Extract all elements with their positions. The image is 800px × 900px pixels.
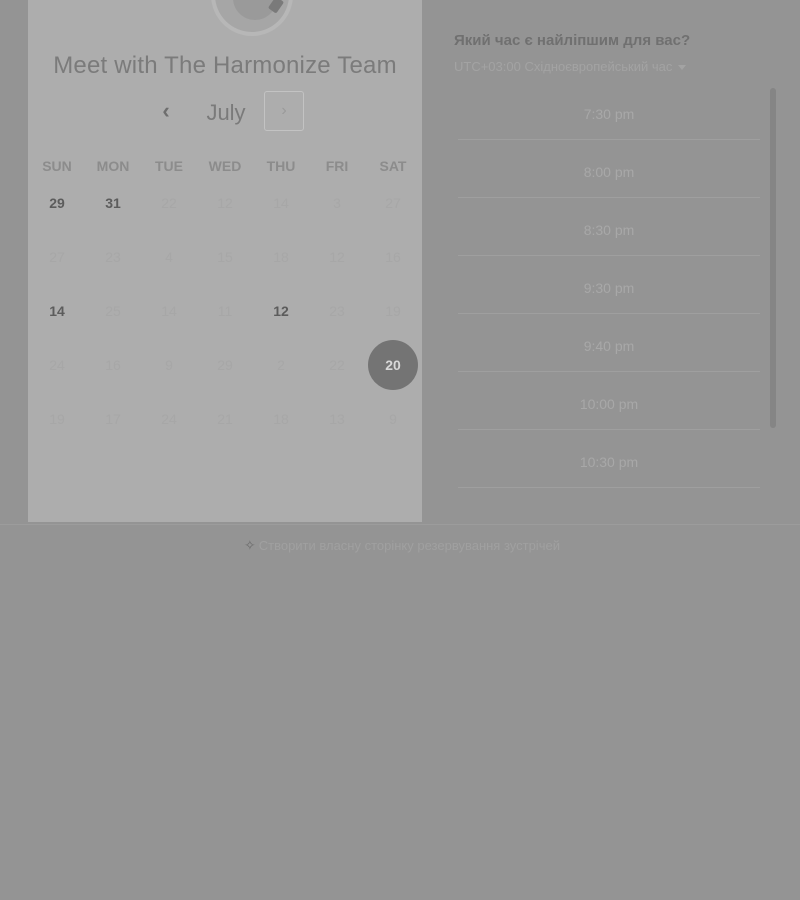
day-cell: 16 bbox=[385, 249, 401, 265]
day-cell: 22 bbox=[329, 357, 345, 373]
day-cell: 13 bbox=[329, 411, 345, 427]
day-cell[interactable]: 31 bbox=[85, 193, 141, 213]
day-cell: 18 bbox=[273, 411, 289, 427]
day-cell: 17 bbox=[105, 411, 121, 427]
timezone-selector[interactable]: UTC+03:00 Східноєвропейський час bbox=[454, 59, 687, 74]
day-cell: 14 bbox=[273, 195, 289, 211]
day-cell: 15 bbox=[217, 249, 233, 265]
day-cell: 9 bbox=[389, 411, 397, 427]
time-slot[interactable]: 10:30 pm bbox=[458, 436, 760, 488]
calendar-card: Meet with The Harmonize Team ‹ July › SU… bbox=[28, 0, 422, 522]
day-cell: 21 bbox=[217, 411, 233, 427]
day-cell[interactable]: 12 bbox=[253, 301, 309, 321]
time-slot[interactable]: 8:30 pm bbox=[458, 204, 760, 256]
day-cell: 14 bbox=[161, 303, 177, 319]
day-cell: 29 bbox=[217, 357, 233, 373]
create-booking-page-label: Створити власну сторінку резервування зу… bbox=[258, 538, 560, 553]
create-booking-page-link[interactable]: ✧ Створити власну сторінку резервування з… bbox=[244, 537, 560, 554]
page-divider bbox=[0, 524, 800, 525]
day-cell: 24 bbox=[49, 357, 65, 373]
day-cell: 3 bbox=[333, 195, 341, 211]
day-cell: 4 bbox=[165, 249, 173, 265]
chevron-down-icon bbox=[678, 65, 687, 71]
day-cell: 24 bbox=[161, 411, 177, 427]
day-cell: 2 bbox=[277, 357, 285, 373]
sparkle-icon: ✧ bbox=[244, 537, 256, 553]
day-cell: 23 bbox=[329, 303, 345, 319]
time-slot[interactable]: 8:00 pm bbox=[458, 146, 760, 198]
day-cell: 9 bbox=[165, 357, 173, 373]
selected-day[interactable]: 20 bbox=[368, 340, 418, 390]
day-cell: 25 bbox=[105, 303, 121, 319]
day-cell: 27 bbox=[385, 195, 401, 211]
day-cell: 12 bbox=[329, 249, 345, 265]
day-cell[interactable]: 14 bbox=[29, 301, 85, 321]
time-question-heading: Який час є найліпшим для вас? bbox=[454, 32, 691, 49]
day-cell: 11 bbox=[217, 303, 233, 319]
day-cell: 23 bbox=[105, 249, 121, 265]
day-cell: 18 bbox=[273, 249, 289, 265]
day-cell: 22 bbox=[161, 195, 177, 211]
day-cell: 19 bbox=[49, 411, 65, 427]
day-cell: 12 bbox=[217, 195, 233, 211]
day-cell: 19 bbox=[385, 303, 401, 319]
timezone-label: UTC+03:00 Східноєвропейський час bbox=[454, 59, 673, 74]
day-cell: 16 bbox=[105, 357, 121, 373]
time-slot[interactable]: 7:30 pm bbox=[458, 88, 760, 140]
day-cell: 27 bbox=[49, 249, 65, 265]
time-slot[interactable]: 9:30 pm bbox=[458, 262, 760, 314]
time-slot[interactable]: 10:00 pm bbox=[458, 378, 760, 430]
day-cell[interactable]: 29 bbox=[29, 193, 85, 213]
calendar-grid: 29 31 22 12 14 3 27 27 23 4 15 18 12 16 14 25 14 11 12 23 19… bbox=[28, 0, 422, 522]
time-slot[interactable]: 9:40 pm bbox=[458, 320, 760, 372]
time-slot-list: 7:30 pm 8:00 pm 8:30 pm 9:30 pm 9:40 pm 10:00… bbox=[458, 88, 764, 512]
scrollbar[interactable] bbox=[770, 88, 776, 428]
